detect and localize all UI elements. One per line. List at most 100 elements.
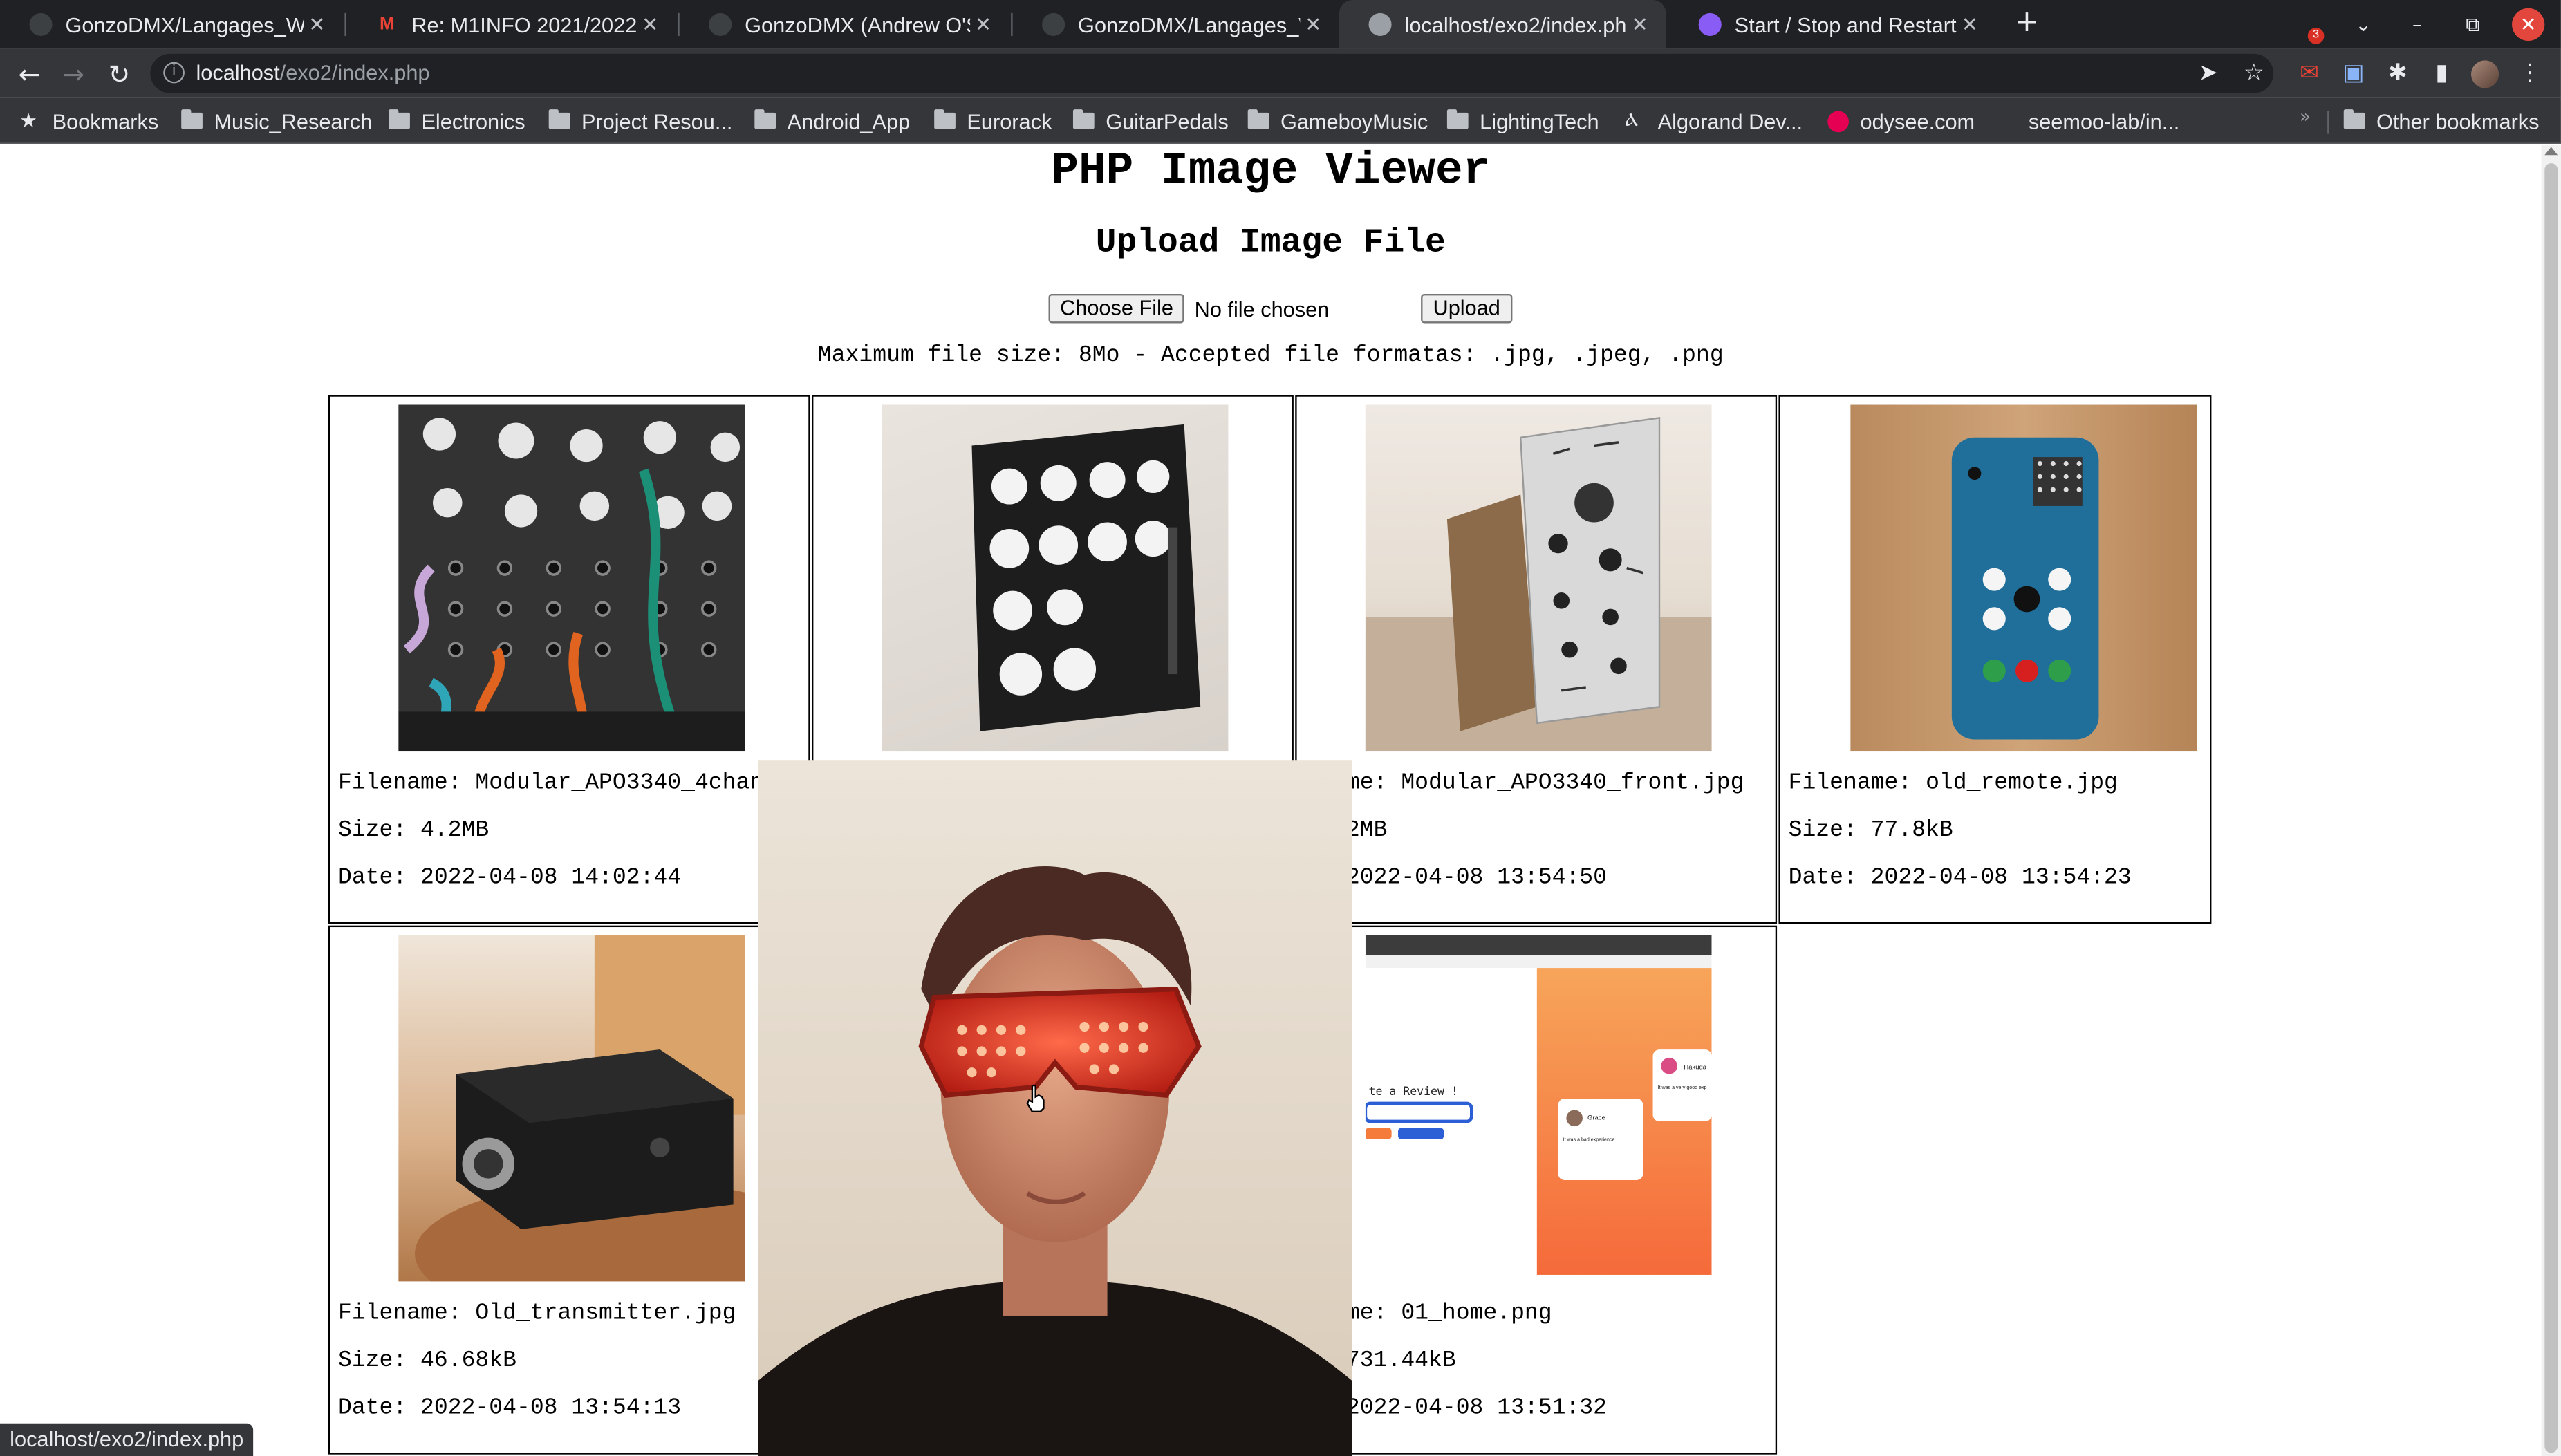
- bookmark-electronics[interactable]: Electronics: [389, 106, 525, 135]
- profile-avatar[interactable]: [2471, 60, 2499, 88]
- site-info-icon[interactable]: i: [163, 62, 185, 84]
- back-button[interactable]: ←: [12, 55, 48, 91]
- card2-text: It was a bad experience: [1563, 1137, 1615, 1142]
- review-text: te a Review !: [1369, 1085, 1458, 1098]
- app-screenshot-photo: te a Review ! Hakuda It was a very good …: [1365, 935, 1712, 1275]
- extensions-icon[interactable]: ✱: [2381, 57, 2414, 90]
- bookmark-label: GameboyMusic: [1280, 109, 1428, 133]
- image-card: Filename: old_remote.jpg Size: 77.8kB Da…: [1778, 395, 2212, 924]
- tab-2[interactable]: M Re: M1INFO 2021/2022 : C✕: [346, 0, 676, 49]
- image-date: Date: 2022-04-08 13:54:23: [1788, 865, 2132, 892]
- browser-toolbar: ← → ↻ i localhost/exo2/index.php ➤ ☆ ✉ ▣…: [0, 48, 2561, 98]
- bookmark-guitarpedals[interactable]: GuitarPedals: [1072, 106, 1229, 135]
- close-window-button[interactable]: ✕: [2512, 8, 2545, 41]
- minimize-button[interactable]: –: [2393, 0, 2442, 49]
- forward-button[interactable]: →: [55, 55, 91, 91]
- upload-form: Choose File No file chosen Upload: [1048, 292, 1512, 325]
- tab-1[interactable]: GonzoDMX/Langages_We ✕: [0, 0, 343, 49]
- tab-5-active[interactable]: localhost/exo2/index.php ✕: [1339, 0, 1666, 49]
- more-bookmarks-icon[interactable]: »: [2300, 106, 2311, 127]
- image-thumbnail[interactable]: [882, 404, 1229, 752]
- card-name: Hakuda: [1684, 1063, 1706, 1071]
- scroll-up-arrow-icon[interactable]: [2544, 147, 2558, 156]
- bookmark-odysee[interactable]: odysee.com: [1827, 106, 1975, 135]
- star-icon: ★: [19, 109, 37, 133]
- globe-icon: [1368, 12, 1392, 36]
- image-date: Date: 2022-04-08 14:02:44: [337, 865, 682, 892]
- gmail-extension-icon[interactable]: ✉: [2293, 57, 2326, 90]
- close-tab-icon[interactable]: ✕: [1957, 13, 1983, 36]
- bookmark-algorand[interactable]: Ⲁ Algorand Dev...: [1625, 106, 1803, 135]
- hand-cursor-icon: [1026, 1084, 1045, 1113]
- tab-title: Re: M1INFO 2021/2022 : C: [411, 12, 637, 37]
- bookmark-label: Music_Research: [214, 109, 373, 133]
- bookmark-label: Android_App: [787, 109, 911, 133]
- close-tab-icon[interactable]: ✕: [1627, 13, 1653, 36]
- image-thumbnail[interactable]: [398, 404, 745, 752]
- bookmark-star-icon[interactable]: ☆: [2237, 57, 2270, 90]
- image-thumbnail[interactable]: [1365, 404, 1712, 752]
- github-icon: [1996, 113, 2018, 129]
- bookmark-label: seemoo-lab/in...: [2028, 109, 2180, 133]
- image-thumbnail[interactable]: te a Review ! Hakuda It was a very good …: [1365, 935, 1712, 1282]
- image-preview-overlay[interactable]: [758, 760, 1352, 1456]
- bookmark-music-research[interactable]: Music_Research: [181, 106, 372, 135]
- bookmark-label: Eurorack: [967, 109, 1052, 133]
- side-panel-icon[interactable]: ▮: [2425, 57, 2458, 90]
- site-icon: [1698, 12, 1722, 36]
- tab-title: Start / Stop and Restart A: [1734, 12, 1957, 37]
- image-thumbnail[interactable]: [398, 935, 745, 1282]
- send-icon[interactable]: ➤: [2192, 57, 2224, 90]
- folder-icon: [934, 109, 956, 129]
- tab-title: GonzoDMX/Langages_We: [1078, 12, 1300, 37]
- browser-window: GonzoDMX/Langages_We ✕ M Re: M1INFO 2021/2…: [0, 0, 2561, 1456]
- scrollbar-thumb[interactable]: [2544, 163, 2558, 1453]
- folder-icon: [754, 109, 776, 129]
- tab-3[interactable]: GonzoDMX (Andrew O'Sh ✕: [680, 0, 1009, 49]
- page-title: PHP Image Viewer: [1051, 147, 1491, 198]
- bookmark-seemoo[interactable]: seemoo-lab/in...: [1996, 106, 2180, 135]
- bookmark-label: Bookmarks: [52, 109, 159, 133]
- bookmark-label: Project Resou...: [581, 109, 733, 133]
- image-filename: ename: Modular_APO3340_front.jpg: [1305, 770, 1744, 797]
- bookmark-lightingtech[interactable]: LightingTech: [1446, 106, 1599, 135]
- folder-icon: [548, 109, 570, 129]
- new-tab-button[interactable]: +: [2011, 5, 2043, 44]
- bookmark-bookmarks[interactable]: ★ Bookmarks: [19, 106, 158, 135]
- upload-heading: Upload Image File: [1095, 225, 1446, 263]
- address-bar[interactable]: i localhost/exo2/index.php: [150, 53, 2274, 93]
- tab-strip: GonzoDMX/Langages_We ✕ M Re: M1INFO 2021/2…: [0, 0, 2561, 49]
- no-file-label: No file chosen: [1194, 296, 1330, 321]
- transmitter-photo: [415, 935, 745, 1282]
- image-filename: Filename: old_remote.jpg: [1788, 770, 2118, 797]
- vco-module-photo: [1365, 417, 1712, 752]
- close-tab-icon[interactable]: ✕: [1300, 13, 1326, 36]
- tab-4[interactable]: GonzoDMX/Langages_We✕: [1013, 0, 1339, 49]
- menu-icon[interactable]: ⋮: [2513, 57, 2546, 90]
- reload-button[interactable]: ↻: [101, 55, 137, 91]
- bookmark-project-resources[interactable]: Project Resou...: [548, 106, 733, 135]
- bookmark-label: Electronics: [421, 109, 525, 133]
- close-tab-icon[interactable]: ✕: [970, 13, 996, 36]
- upload-button[interactable]: Upload: [1421, 293, 1512, 324]
- translate-icon[interactable]: ▣: [2337, 57, 2369, 90]
- tab-search-icon[interactable]: ⌄: [2339, 0, 2388, 49]
- image-thumbnail[interactable]: [1850, 404, 2197, 752]
- modular-synth-photo: [398, 404, 745, 752]
- close-tab-icon[interactable]: ✕: [637, 13, 663, 36]
- bookmarks-bar: ★ Bookmarks Music_Research Electronics Pr…: [0, 97, 2561, 144]
- close-tab-icon[interactable]: ✕: [304, 13, 330, 36]
- image-card: Filename: Modular_APO3340_4chan. Size: 4…: [328, 395, 810, 924]
- image-size: Size: 46.68kB: [337, 1348, 516, 1374]
- url-text[interactable]: localhost/exo2/index.php: [196, 60, 429, 84]
- folder-icon: [389, 109, 410, 129]
- bookmark-android-app[interactable]: Android_App: [754, 106, 910, 135]
- tab-6[interactable]: Start / Stop and Restart A ✕: [1669, 0, 1995, 49]
- restore-button[interactable]: ⧉: [2448, 0, 2497, 49]
- bookmark-gameboymusic[interactable]: GameboyMusic: [1247, 106, 1428, 135]
- choose-file-button[interactable]: Choose File: [1048, 293, 1185, 324]
- other-bookmarks[interactable]: Other bookmarks: [2343, 106, 2540, 135]
- bookmark-label: Algorand Dev...: [1657, 109, 1803, 133]
- bookmark-label: Other bookmarks: [2376, 109, 2540, 133]
- bookmark-eurorack[interactable]: Eurorack: [934, 106, 1052, 135]
